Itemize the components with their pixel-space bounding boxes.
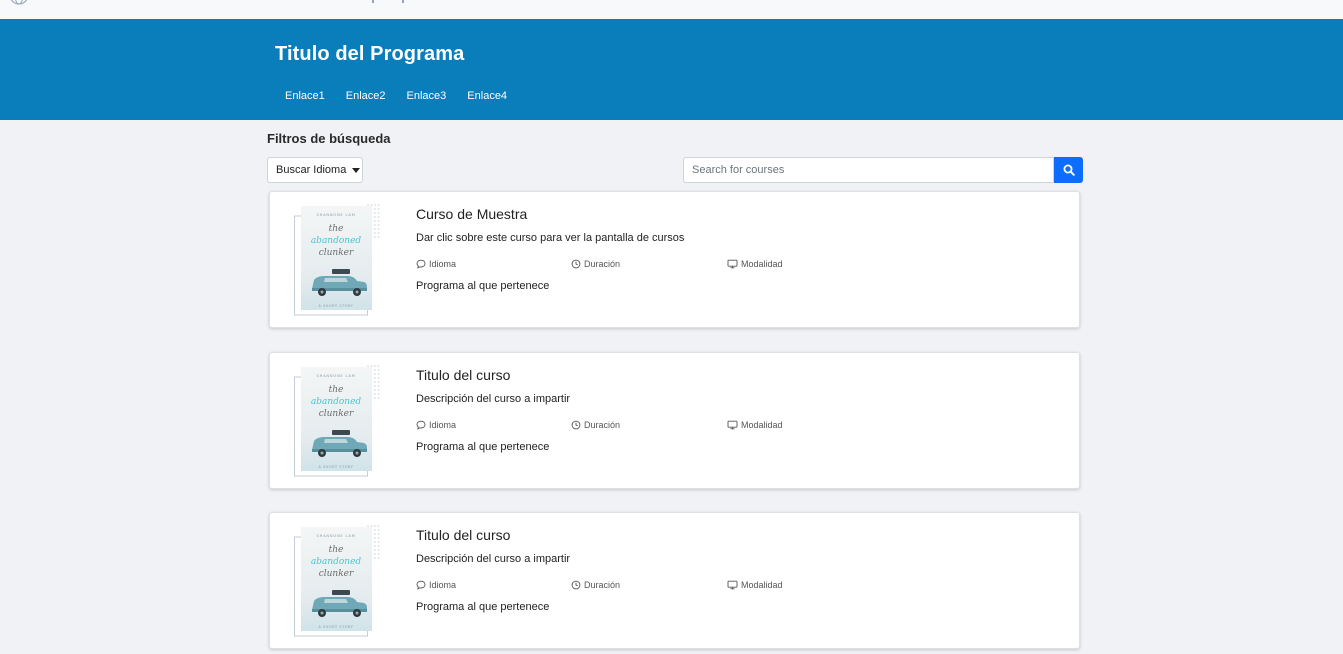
nav-link-2[interactable]: Enlace2 xyxy=(346,90,386,102)
globe-icon xyxy=(10,0,28,5)
course-modality: Modalidad xyxy=(727,420,783,430)
course-description: Dar clic sobre este curso para ver la pa… xyxy=(416,232,685,244)
nav-link-3[interactable]: Enlace3 xyxy=(407,90,447,102)
svg-text:SHANNONE LAM: SHANNONE LAM xyxy=(317,213,356,217)
course-language: Idioma xyxy=(416,420,456,430)
svg-text:A SHORT STORY: A SHORT STORY xyxy=(319,304,354,308)
svg-text:abandoned: abandoned xyxy=(311,557,362,567)
course-language: Idioma xyxy=(416,259,456,269)
language-dropdown-button[interactable]: Buscar Idioma xyxy=(267,157,363,183)
top-bar-mark xyxy=(372,0,374,3)
svg-text:A SHORT STORY: A SHORT STORY xyxy=(319,465,354,469)
course-card[interactable]: SHANNONE LAM the abandoned clunker A SHO… xyxy=(269,191,1080,328)
clock-icon xyxy=(571,420,581,430)
svg-text:abandoned: abandoned xyxy=(311,397,362,407)
caret-down-icon xyxy=(352,167,361,173)
course-program: Programa al que pertenece xyxy=(416,601,550,613)
course-duration: Duración xyxy=(571,580,620,590)
book-cover-icon: SHANNONE LAM the abandoned clunker A SHO… xyxy=(294,525,380,637)
course-duration: Duración xyxy=(571,259,620,269)
course-program: Programa al que pertenece xyxy=(416,441,550,453)
course-card[interactable]: SHANNONE LAM the abandoned clunker A SHO… xyxy=(269,352,1080,489)
program-header: Titulo del Programa Enlace1 Enlace2 Enla… xyxy=(0,19,1343,120)
course-modality: Modalidad xyxy=(727,259,783,269)
top-bar xyxy=(0,0,1343,19)
chat-bubble-icon xyxy=(416,259,426,269)
course-duration: Duración xyxy=(571,420,620,430)
course-cover-image: SHANNONE LAM the abandoned clunker A SHO… xyxy=(294,364,384,477)
svg-text:the: the xyxy=(329,224,344,234)
svg-text:the: the xyxy=(329,385,344,395)
nav-link-1[interactable]: Enlace1 xyxy=(285,90,325,102)
chat-bubble-icon xyxy=(416,580,426,590)
chat-bubble-icon xyxy=(416,420,426,430)
svg-text:the: the xyxy=(329,545,344,555)
nav-link-4[interactable]: Enlace4 xyxy=(467,90,507,102)
course-title: Curso de Muestra xyxy=(416,206,528,222)
course-description: Descripción del curso a impartir xyxy=(416,553,571,565)
clock-icon xyxy=(571,259,581,269)
course-title: Titulo del curso xyxy=(416,367,511,383)
course-title: Titulo del curso xyxy=(416,527,511,543)
top-bar-mark xyxy=(402,0,404,3)
course-description: Descripción del curso a impartir xyxy=(416,393,571,405)
monitor-icon xyxy=(727,580,738,590)
course-modality: Modalidad xyxy=(727,580,783,590)
book-cover-icon: SHANNONE LAM the abandoned clunker A SHO… xyxy=(294,204,380,316)
language-dropdown-label: Buscar Idioma xyxy=(276,164,347,176)
course-cover-image: SHANNONE LAM the abandoned clunker A SHO… xyxy=(294,524,384,637)
program-title: Titulo del Programa xyxy=(275,43,465,65)
svg-text:A SHORT STORY: A SHORT STORY xyxy=(319,625,354,629)
filters-heading: Filtros de búsqueda xyxy=(267,131,391,146)
monitor-icon xyxy=(727,420,738,430)
course-search-input[interactable] xyxy=(683,157,1054,183)
clock-icon xyxy=(571,580,581,590)
course-cover-image: SHANNONE LAM the abandoned clunker A SHO… xyxy=(294,203,384,316)
svg-text:clunker: clunker xyxy=(319,569,354,579)
program-nav: Enlace1 Enlace2 Enlace3 Enlace4 xyxy=(285,90,528,102)
svg-text:clunker: clunker xyxy=(319,409,354,419)
svg-text:SHANNONE LAM: SHANNONE LAM xyxy=(317,374,356,378)
monitor-icon xyxy=(727,259,738,269)
svg-text:clunker: clunker xyxy=(319,248,354,258)
book-cover-icon: SHANNONE LAM the abandoned clunker A SHO… xyxy=(294,365,380,477)
svg-text:SHANNONE LAM: SHANNONE LAM xyxy=(317,534,356,538)
svg-text:abandoned: abandoned xyxy=(311,236,362,246)
search-icon xyxy=(1063,164,1075,176)
search-button[interactable] xyxy=(1054,157,1083,183)
course-language: Idioma xyxy=(416,580,456,590)
course-program: Programa al que pertenece xyxy=(416,280,550,292)
course-card[interactable]: SHANNONE LAM the abandoned clunker A SHO… xyxy=(269,512,1080,649)
